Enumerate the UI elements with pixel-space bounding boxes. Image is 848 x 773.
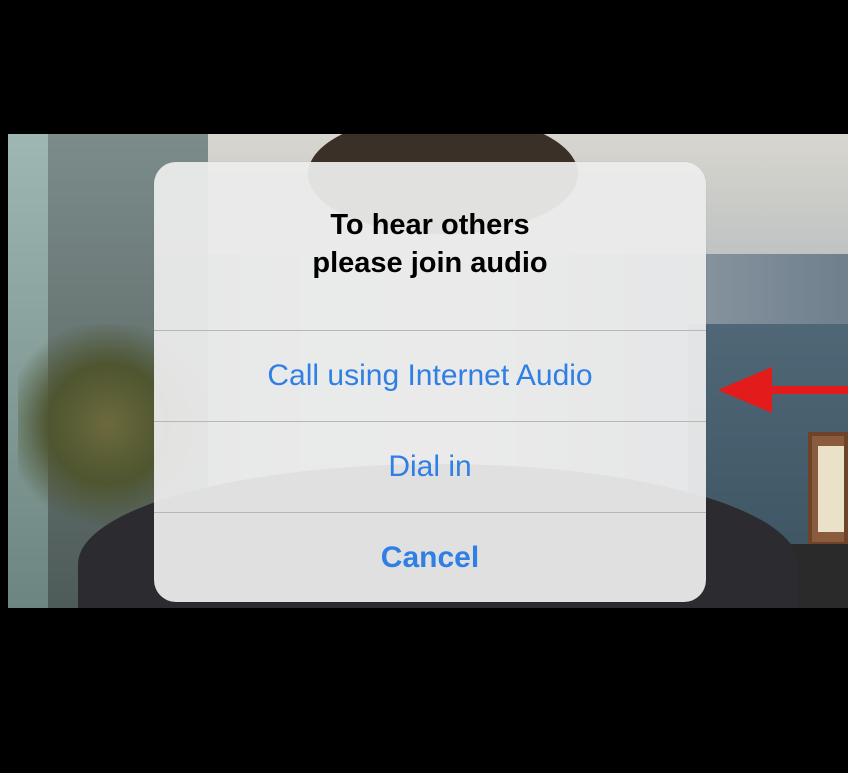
screen: To hear others please join audio Call us… bbox=[0, 0, 848, 773]
cancel-button[interactable]: Cancel bbox=[154, 512, 706, 602]
left-arrow-icon bbox=[718, 367, 848, 413]
alert-title: To hear others please join audio bbox=[312, 209, 548, 279]
call-internet-audio-button[interactable]: Call using Internet Audio bbox=[154, 330, 706, 421]
video-background-picture-frame bbox=[808, 432, 848, 546]
alert-header: To hear others please join audio bbox=[154, 162, 706, 330]
join-audio-alert: To hear others please join audio Call us… bbox=[154, 162, 706, 602]
dial-in-button[interactable]: Dial in bbox=[154, 421, 706, 512]
